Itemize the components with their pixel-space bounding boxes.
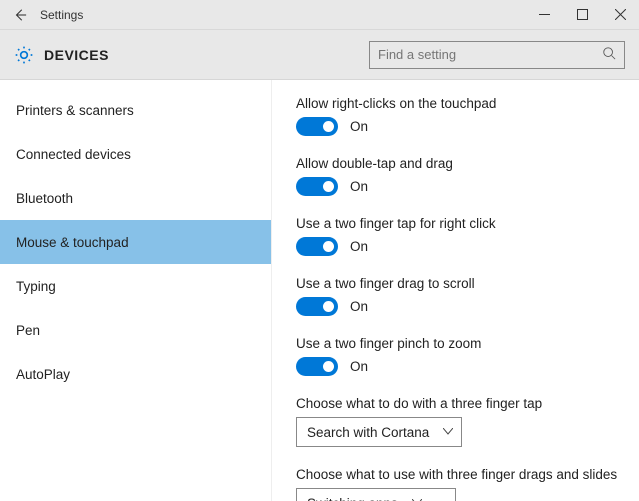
- option-two-finger-tap: Use a two finger tap for right click On: [296, 216, 621, 256]
- sidebar-item-printers[interactable]: Printers & scanners: [0, 88, 271, 132]
- option-label: Use a two finger drag to scroll: [296, 276, 621, 291]
- sidebar-item-autoplay[interactable]: AutoPlay: [0, 352, 271, 396]
- dropdown-value: Search with Cortana: [307, 425, 429, 440]
- sidebar-item-label: AutoPlay: [16, 367, 70, 382]
- title-bar: Settings: [0, 0, 639, 30]
- sidebar-item-pen[interactable]: Pen: [0, 308, 271, 352]
- sidebar-item-mouse-touchpad[interactable]: Mouse & touchpad: [0, 220, 271, 264]
- option-two-finger-scroll: Use a two finger drag to scroll On: [296, 276, 621, 316]
- sidebar-item-label: Typing: [16, 279, 56, 294]
- toggle-state: On: [350, 299, 368, 314]
- sidebar-item-bluetooth[interactable]: Bluetooth: [0, 176, 271, 220]
- option-label: Use a two finger pinch to zoom: [296, 336, 621, 351]
- sidebar-item-label: Pen: [16, 323, 40, 338]
- sidebar-item-label: Connected devices: [16, 147, 131, 162]
- toggle-state: On: [350, 179, 368, 194]
- toggle-state: On: [350, 239, 368, 254]
- search-icon: [602, 46, 616, 63]
- arrow-left-icon: [13, 8, 27, 22]
- option-right-clicks: Allow right-clicks on the touchpad On: [296, 96, 621, 136]
- section-title: DEVICES: [44, 47, 109, 63]
- sidebar-item-connected-devices[interactable]: Connected devices: [0, 132, 271, 176]
- dropdown-value: Switching apps: [307, 496, 398, 501]
- sidebar-item-label: Bluetooth: [16, 191, 73, 206]
- option-label: Use a two finger tap for right click: [296, 216, 621, 231]
- maximize-button[interactable]: [563, 0, 601, 29]
- header-bar: DEVICES: [0, 30, 639, 80]
- toggle-switch[interactable]: [296, 177, 338, 196]
- sidebar-item-typing[interactable]: Typing: [0, 264, 271, 308]
- three-finger-tap-dropdown[interactable]: Search with Cortana: [296, 417, 462, 447]
- chevron-down-icon: [412, 498, 422, 501]
- close-icon: [615, 9, 626, 20]
- option-label: Allow double-tap and drag: [296, 156, 621, 171]
- option-three-finger-tap: Choose what to do with a three finger ta…: [296, 396, 621, 447]
- option-two-finger-pinch: Use a two finger pinch to zoom On: [296, 336, 621, 376]
- maximize-icon: [577, 9, 588, 20]
- option-double-tap-drag: Allow double-tap and drag On: [296, 156, 621, 196]
- toggle-switch[interactable]: [296, 117, 338, 136]
- minimize-button[interactable]: [525, 0, 563, 29]
- toggle-switch[interactable]: [296, 297, 338, 316]
- content-panel: Allow right-clicks on the touchpad On Al…: [272, 80, 639, 501]
- close-button[interactable]: [601, 0, 639, 29]
- toggle-switch[interactable]: [296, 357, 338, 376]
- chevron-down-icon: [443, 427, 453, 438]
- option-three-finger-drag: Choose what to use with three finger dra…: [296, 467, 621, 501]
- minimize-icon: [539, 9, 550, 20]
- gear-icon: [14, 45, 34, 65]
- option-label: Choose what to do with a three finger ta…: [296, 396, 621, 411]
- sidebar-item-label: Printers & scanners: [16, 103, 134, 118]
- search-input[interactable]: [378, 47, 602, 62]
- back-button[interactable]: [0, 0, 40, 29]
- toggle-state: On: [350, 119, 368, 134]
- toggle-switch[interactable]: [296, 237, 338, 256]
- sidebar-item-label: Mouse & touchpad: [16, 235, 129, 250]
- app-title: Settings: [40, 8, 83, 22]
- search-box[interactable]: [369, 41, 625, 69]
- option-label: Choose what to use with three finger dra…: [296, 467, 621, 482]
- sidebar: Printers & scanners Connected devices Bl…: [0, 80, 272, 501]
- option-label: Allow right-clicks on the touchpad: [296, 96, 621, 111]
- toggle-state: On: [350, 359, 368, 374]
- three-finger-drag-dropdown[interactable]: Switching apps: [296, 488, 456, 501]
